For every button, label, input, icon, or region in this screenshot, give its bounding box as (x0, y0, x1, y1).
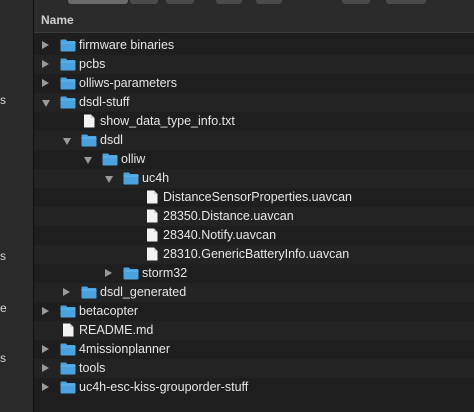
disclosure-collapsed-icon[interactable] (42, 364, 49, 372)
item-name: firmware binaries (79, 38, 175, 52)
disclosure-expanded-icon[interactable] (84, 157, 92, 164)
disclosure-collapsed-icon[interactable] (42, 307, 49, 315)
folder-icon (81, 134, 97, 147)
item-name: dsdl_generated (100, 285, 187, 299)
folder-icon (60, 343, 76, 356)
folder-icon (81, 286, 97, 299)
toolbar-button[interactable] (386, 0, 426, 4)
item-name: betacopter (79, 304, 139, 318)
disclosure-collapsed-icon[interactable] (42, 79, 49, 87)
folder-icon (60, 39, 76, 52)
item-name: 4missionplanner (79, 342, 171, 356)
folder-row[interactable]: uc4h-esc-kiss-grouporder-stuff (34, 378, 474, 397)
folder-row[interactable]: storm32 (34, 264, 474, 283)
item-name: pcbs (79, 57, 106, 71)
folder-icon (60, 305, 76, 318)
disclosure-collapsed-icon[interactable] (42, 345, 49, 353)
disclosure-collapsed-icon[interactable] (63, 288, 70, 296)
folder-icon (60, 96, 76, 109)
disclosure-expanded-icon[interactable] (42, 100, 50, 107)
view-switcher-button[interactable] (68, 0, 128, 4)
sidebar-item-fragment[interactable]: s (0, 249, 6, 263)
disclosure-collapsed-icon[interactable] (42, 383, 49, 391)
disclosure-collapsed-icon[interactable] (105, 269, 112, 277)
folder-icon (60, 362, 76, 375)
toolbar-button[interactable] (256, 0, 282, 4)
folder-icon (123, 172, 139, 185)
file-row[interactable]: DistanceSensorProperties.uavcan (34, 188, 474, 207)
folder-row[interactable]: olliws-parameters (34, 74, 474, 93)
item-name: README.md (79, 323, 154, 337)
folder-icon (60, 58, 76, 71)
name-column-header[interactable]: Name (41, 13, 74, 27)
folder-row[interactable]: dsdl-stuff (34, 93, 474, 112)
toolbar-button[interactable] (130, 0, 158, 4)
toolbar-button[interactable] (342, 0, 370, 4)
folder-row[interactable]: dsdl (34, 131, 474, 150)
folder-row[interactable]: betacopter (34, 302, 474, 321)
toolbar-button[interactable] (216, 0, 242, 4)
document-icon (84, 114, 95, 128)
sidebar-item-fragment[interactable]: s (0, 93, 6, 107)
item-name: olliw (121, 152, 146, 166)
sidebar: s s e s (0, 0, 34, 412)
item-name: 28310.GenericBatteryInfo.uavcan (163, 247, 350, 261)
file-row[interactable]: show_data_type_info.txt (34, 112, 474, 131)
item-name: tools (79, 361, 106, 375)
folder-icon (102, 153, 118, 166)
document-icon (147, 190, 158, 204)
disclosure-collapsed-icon[interactable] (42, 60, 49, 68)
item-name: 28340.Notify.uavcan (163, 228, 277, 242)
folder-row[interactable]: uc4h (34, 169, 474, 188)
item-name: olliws-parameters (79, 76, 177, 90)
folder-row[interactable]: tools (34, 359, 474, 378)
finder-window: s s e s Name firmware binaries pcbs olliws… (0, 0, 474, 412)
file-row[interactable]: 28310.GenericBatteryInfo.uavcan (34, 245, 474, 264)
folder-row[interactable]: 4missionplanner (34, 340, 474, 359)
item-name: storm32 (142, 266, 188, 280)
document-icon (63, 323, 74, 337)
item-name: show_data_type_info.txt (100, 114, 235, 128)
sidebar-item-fragment[interactable]: e (0, 301, 7, 315)
item-name: 28350.Distance.uavcan (163, 209, 294, 223)
disclosure-collapsed-icon[interactable] (42, 41, 49, 49)
column-header[interactable]: Name (34, 6, 474, 33)
disclosure-expanded-icon[interactable] (63, 138, 71, 145)
toolbar-button[interactable] (166, 0, 194, 4)
document-icon (147, 209, 158, 223)
file-row[interactable]: 28340.Notify.uavcan (34, 226, 474, 245)
folder-icon (123, 267, 139, 280)
file-row[interactable]: 28350.Distance.uavcan (34, 207, 474, 226)
folder-row[interactable]: firmware binaries (34, 36, 474, 55)
disclosure-expanded-icon[interactable] (105, 176, 113, 183)
item-name: dsdl (100, 133, 123, 147)
folder-row[interactable]: olliw (34, 150, 474, 169)
item-name: dsdl-stuff (79, 95, 130, 109)
folder-row[interactable]: dsdl_generated (34, 283, 474, 302)
item-name: DistanceSensorProperties.uavcan (163, 190, 352, 204)
document-icon (147, 228, 158, 242)
item-name: uc4h-esc-kiss-grouporder-stuff (79, 380, 249, 394)
file-list: Name firmware binaries pcbs olliws-paramet… (34, 6, 474, 412)
sidebar-item-fragment[interactable]: s (0, 351, 6, 365)
folder-icon (60, 381, 76, 394)
folder-icon (60, 77, 76, 90)
item-name: uc4h (142, 171, 170, 185)
document-icon (147, 247, 158, 261)
folder-row[interactable]: pcbs (34, 55, 474, 74)
file-row[interactable]: README.md (34, 321, 474, 340)
